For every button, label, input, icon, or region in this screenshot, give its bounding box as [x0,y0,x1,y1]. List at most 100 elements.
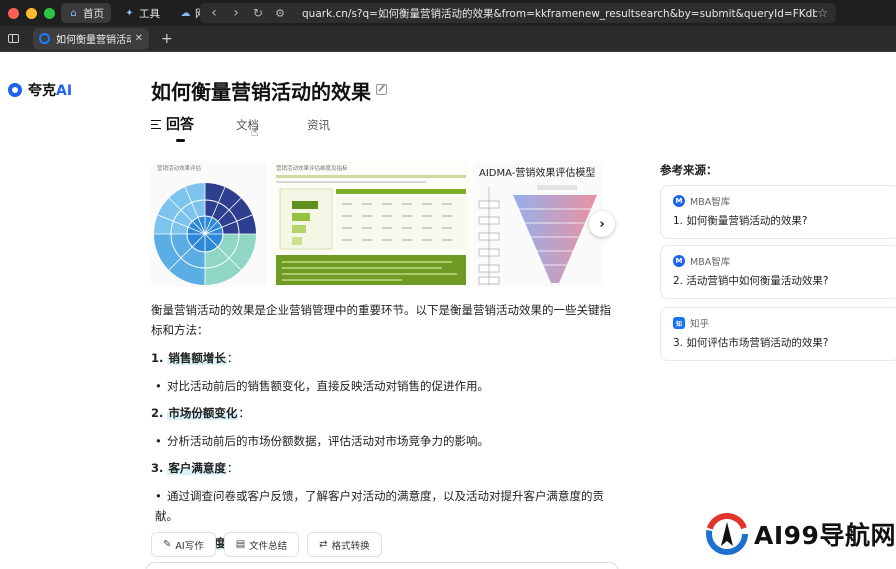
section-heading: 1. 销售额增长： [151,348,621,368]
section-bullet-text: 分析活动前后的市场份额数据，评估活动对市场竞争力的影响。 [167,434,489,448]
tab-answer-label: 回答 [166,117,194,133]
pinned-tab-home-label: 首页 [83,7,104,20]
file-summary-button[interactable]: ▤ 文件总结 [223,532,300,557]
url-text[interactable]: quark.cn/s?q=如何衡量营销活动的效果&from=kkframenew… [302,6,817,21]
answer-content: 衡量营销活动的效果是企业营销管理中的重要环节。以下是衡量营销活动效果的一些关键指… [151,300,621,561]
sunburst-chart-image [154,183,256,285]
pinned-tab-tools-label: 工具 [139,7,160,20]
section-title: 销售额增长 [167,351,227,365]
section-colon: ： [226,351,239,365]
image-thumbnail-funnel[interactable]: AIDMA-营销效果评估模型 [473,161,603,287]
cloud-icon: ☁ [180,7,191,19]
reference-card[interactable]: M MBA智库 1. 如何衡量营销活动的效果? [660,185,896,239]
zhihu-icon: 知 [673,317,685,329]
section-colon: ： [226,461,239,475]
tab-news[interactable]: 资讯 [307,114,330,133]
document-icon: ▤ [235,539,246,550]
browser-tab-title: 如何衡量营销活动的 [56,35,131,46]
logo-text: 夸克AI [28,80,72,100]
mba-library-icon: M [673,195,685,207]
format-convert-label: 格式转换 [331,540,370,552]
reference-question: 3. 如何评估市场营销活动的效果? [673,337,829,349]
home-icon: ⌂ [70,7,77,19]
reload-icon[interactable]: ↻ [250,6,266,20]
watermark-text: AI99导航网 [754,521,896,550]
browser-tab-bar: 如何衡量营销活动的 ✕ + [0,26,896,52]
tab-answer[interactable]: 回答 [151,114,194,134]
carousel-next-button[interactable]: › [589,211,615,237]
minimize-window-button[interactable] [26,7,37,19]
site-settings-icon[interactable]: ⚙ [272,7,288,20]
ai-tools-toolbar: ✎ AI写作 ▤ 文件总结 ⇄ 格式转换 [151,532,382,557]
funnel-diagram-image [478,185,597,285]
result-tabs: 回答 文档 资讯 [151,114,378,144]
close-window-button[interactable] [8,7,19,19]
pinned-tab-home[interactable]: ⌂ 首页 [61,3,111,23]
reference-source: M MBA智库 [673,254,887,268]
maximize-window-button[interactable] [44,7,55,19]
bullet-dot: • [155,434,162,448]
section-bullet: • 通过调查问卷或客户反馈，了解客户对活动的满意度，以及活动对提升客户满意度的贡献… [151,486,621,526]
section-number: 1. [151,351,164,365]
file-summary-label: 文件总结 [249,540,288,552]
image-carousel: 营销活动效果评估 营销活动效果评估维度及指标 AIDMA-营销效果评估模型 [151,161,603,287]
active-tab-indicator [176,139,185,142]
image-thumbnail-sunburst[interactable]: 营销活动效果评估 [151,161,267,287]
reference-source-name: 知乎 [690,319,710,330]
convert-icon: ⇄ [319,539,328,550]
bookmark-star-icon[interactable]: ☆ [817,6,828,20]
window-controls [8,7,55,19]
section-bullet-text: 通过调查问卷或客户反馈，了解客户对活动的满意度，以及活动对提升客户满意度的贡献。 [155,489,604,523]
format-convert-button[interactable]: ⇄ 格式转换 [307,532,382,557]
quark-favicon-icon [39,33,50,44]
chat-input-box[interactable] [145,562,619,569]
section-heading: 3. 客户满意度： [151,458,621,478]
ai-write-button[interactable]: ✎ AI写作 [151,532,216,557]
quark-ai-logo[interactable]: 夸克AI [8,80,72,100]
bullet-dot: • [155,489,162,503]
answer-menu-icon [151,119,161,130]
pinned-tab-tools[interactable]: ✦ 工具 [117,3,167,23]
page-title: 如何衡量营销活动的效果 [151,80,371,104]
forward-icon[interactable]: › [228,5,244,21]
section-number: 2. [151,406,164,420]
thumb2-caption: 营销活动效果评估维度及指标 [276,166,348,172]
reference-source: 知 知乎 [673,316,887,330]
tab-close-icon[interactable]: ✕ [135,33,143,44]
edit-icon[interactable] [376,84,387,95]
pen-icon: ✎ [163,539,172,550]
section-bullet-text: 对比活动前后的销售额变化，直接反映活动对销售的促进作用。 [167,379,489,393]
section-colon: ： [238,406,250,420]
logo-suffix: AI [56,83,73,99]
quark-logo-icon [8,83,22,97]
tools-icon: ✦ [125,7,134,19]
sidebar-toggle-icon[interactable] [8,34,19,43]
browser-tab[interactable]: 如何衡量营销活动的 ✕ [33,27,149,50]
reference-card[interactable]: M MBA智库 2. 活动营销中如何衡量活动效果? [660,245,896,299]
section-title: 客户满意度 [167,461,227,475]
reference-question: 1. 如何衡量营销活动的效果? [673,215,808,227]
tab-news-label: 资讯 [307,118,330,132]
reference-question: 2. 活动营销中如何衡量活动效果? [673,275,829,287]
bullet-dot: • [155,379,162,393]
answer-intro: 衡量营销活动的效果是企业营销管理中的重要环节。以下是衡量营销活动效果的一些关键指… [151,303,611,337]
section-heading: 2. 市场份额变化： [151,403,621,423]
watermark: AI99导航网 [706,513,896,555]
image-thumbnail-table[interactable]: 营销活动效果评估维度及指标 [270,161,470,287]
new-tab-icon[interactable]: + [161,31,173,47]
chevron-right-icon: › [599,216,605,232]
watermark-logo-icon [706,513,748,555]
back-icon[interactable]: ‹ [206,5,222,21]
section-bullet: • 对比活动前后的销售额变化，直接反映活动对销售的促进作用。 [151,376,621,396]
address-bar[interactable]: ‹ › ↻ ⚙ quark.cn/s?q=如何衡量营销活动的效果&from=kk… [200,3,836,23]
section-number: 3. [151,461,164,475]
section-bullet: • 分析活动前后的市场份额数据，评估活动对市场竞争力的影响。 [151,431,621,451]
ai-write-label: AI写作 [175,540,204,552]
browser-title-bar: ⌂ 首页 ✦ 工具 ☁ 网盘 ‹ › ↻ ⚙ quark.cn/s?q=如何衡量… [0,0,896,26]
logo-name: 夸克 [28,83,56,99]
reference-source: M MBA智库 [673,194,887,208]
references-title: 参考来源： [660,163,718,177]
reference-card[interactable]: 知 知乎 3. 如何评估市场营销活动的效果? [660,307,896,361]
mba-library-icon: M [673,255,685,267]
thumb1-caption: 营销活动效果评估 [157,166,202,172]
